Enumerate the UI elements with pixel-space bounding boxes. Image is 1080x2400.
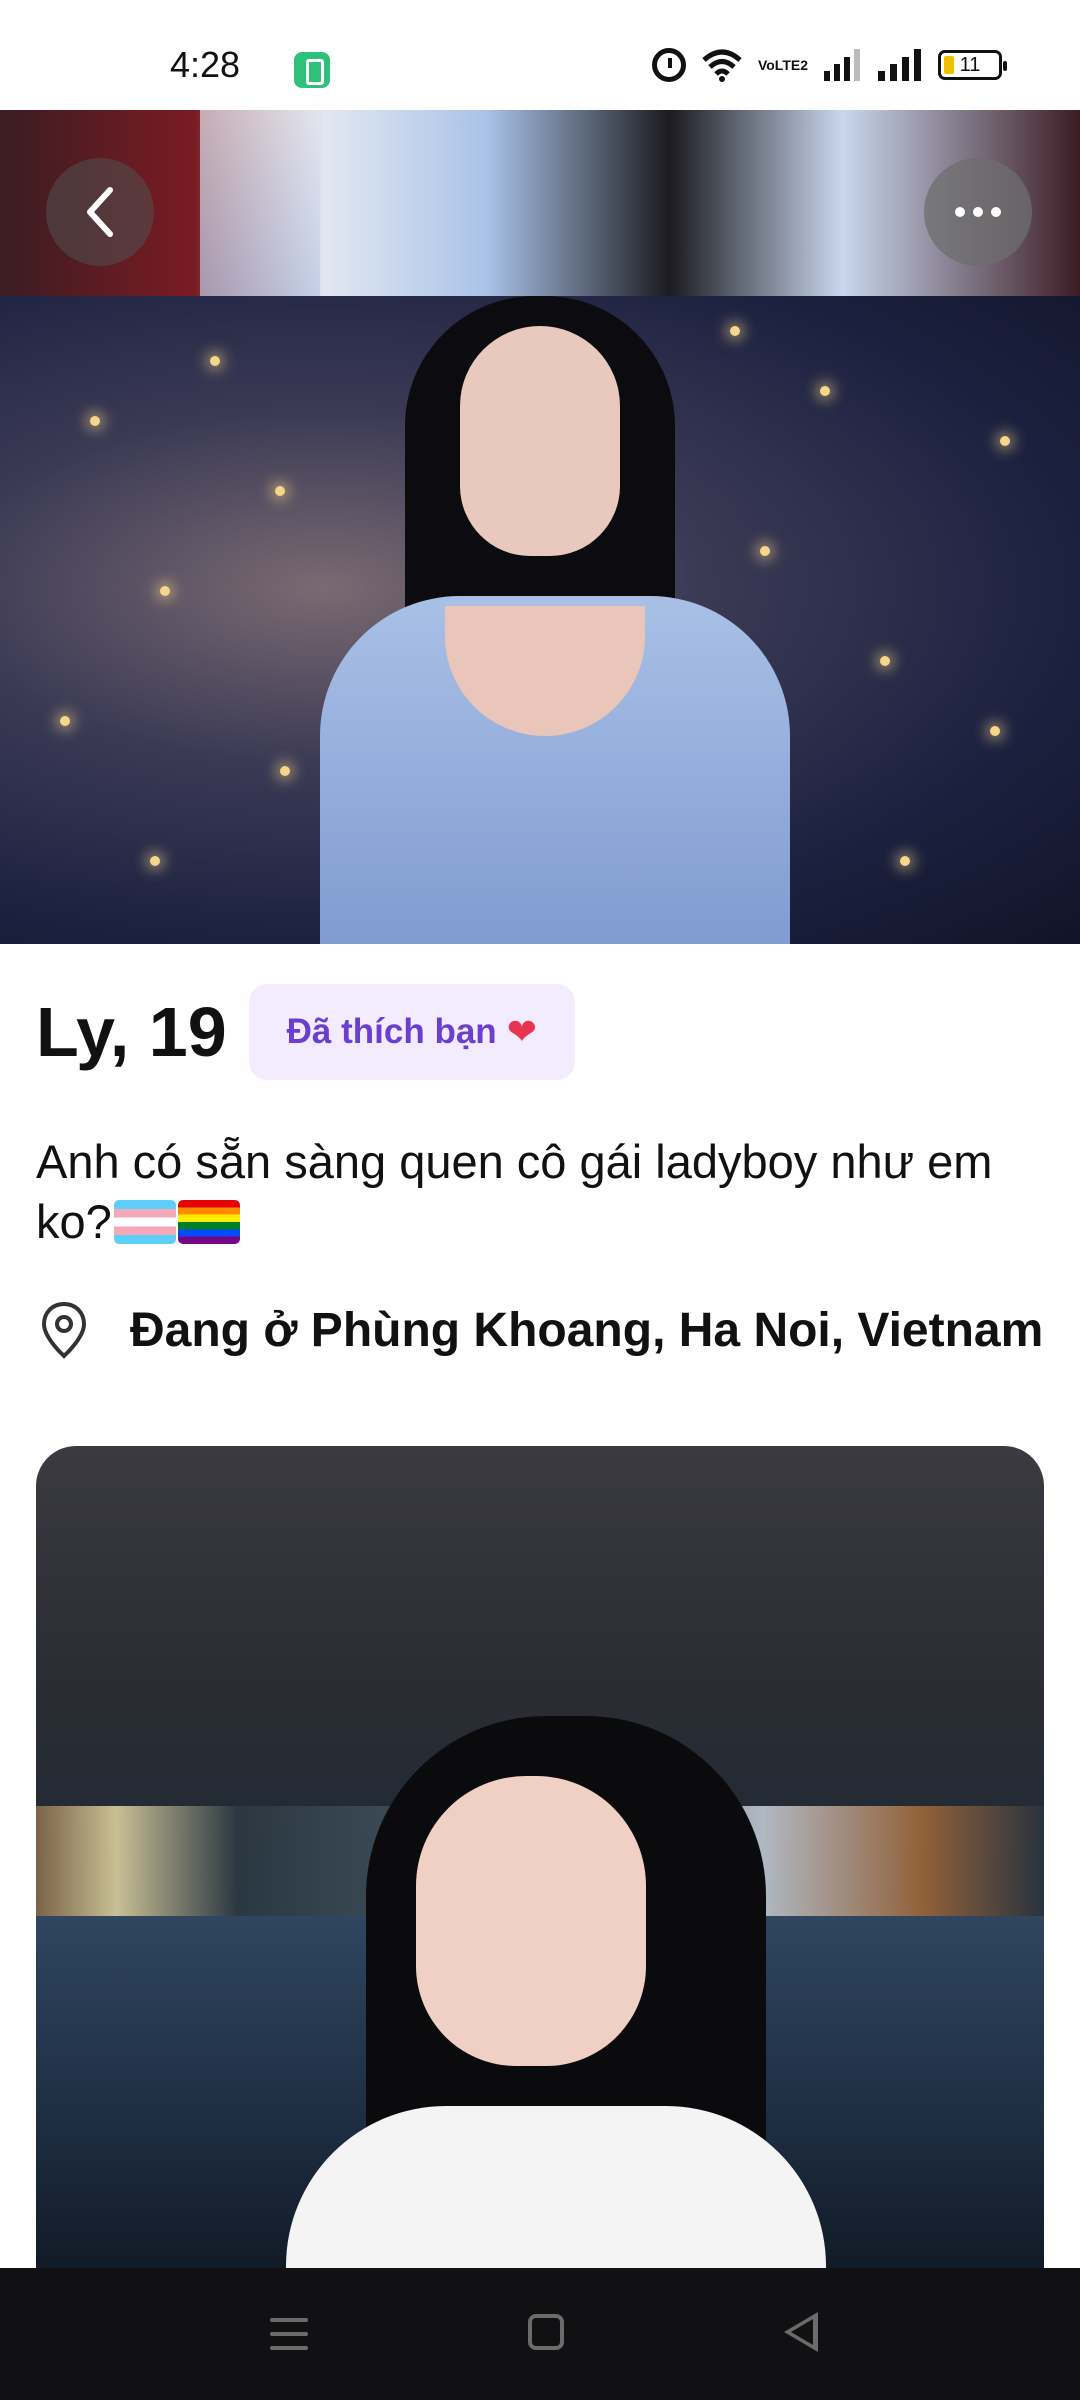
volte-indicator: VoLTE2: [757, 57, 808, 73]
status-icons: VoLTE2 11: [651, 48, 1007, 82]
more-options-button[interactable]: [924, 158, 1032, 266]
status-time: 4:28: [170, 44, 241, 85]
profile-header: Ly, 19 Đã thích bạn ❤: [36, 984, 575, 1080]
status-bar: 4:28 VoLTE2 11: [0, 0, 1080, 110]
trans-flag-icon: [113, 1200, 176, 1244]
profile-photo-previous[interactable]: [0, 110, 1080, 296]
location-pin-icon: [41, 1301, 87, 1359]
system-nav-bar: [0, 2268, 1080, 2400]
rainbow-flag-icon: [177, 1200, 240, 1244]
back-button[interactable]: [46, 158, 154, 266]
heart-icon: ❤: [506, 1011, 537, 1052]
profile-location: Đang ở Phùng Khoang, Ha Noi, Vietnam: [36, 1300, 1043, 1360]
nav-back-button[interactable]: [784, 2312, 818, 2352]
signal-icon-1: [824, 49, 860, 81]
recent-apps-button[interactable]: [270, 2318, 308, 2350]
location-text: Đang ở Phùng Khoang, Ha Noi, Vietnam: [130, 1303, 1044, 1357]
signal-icon-2: [878, 49, 921, 81]
alarm-icon: [651, 48, 686, 82]
battery-icon: 11: [938, 50, 1007, 80]
battery-fill: [944, 56, 954, 74]
home-button[interactable]: [528, 2314, 564, 2350]
wifi-icon: [702, 49, 742, 82]
liked-you-label: Đã thích bạn: [286, 1012, 497, 1051]
battery-saver-icon: [294, 52, 330, 88]
profile-bio: Anh có sẵn sàng quen cô gái ladyboy như …: [36, 1132, 1036, 1252]
battery-level: 11: [959, 54, 981, 76]
more-dots-icon: [955, 207, 1001, 217]
liked-you-badge: Đã thích bạn ❤: [248, 984, 575, 1080]
chevron-left-icon: [87, 187, 113, 237]
profile-photo-card[interactable]: [36, 1446, 1044, 2276]
profile-photo-main[interactable]: [0, 296, 1080, 944]
profile-name-age: Ly, 19: [36, 993, 227, 1071]
